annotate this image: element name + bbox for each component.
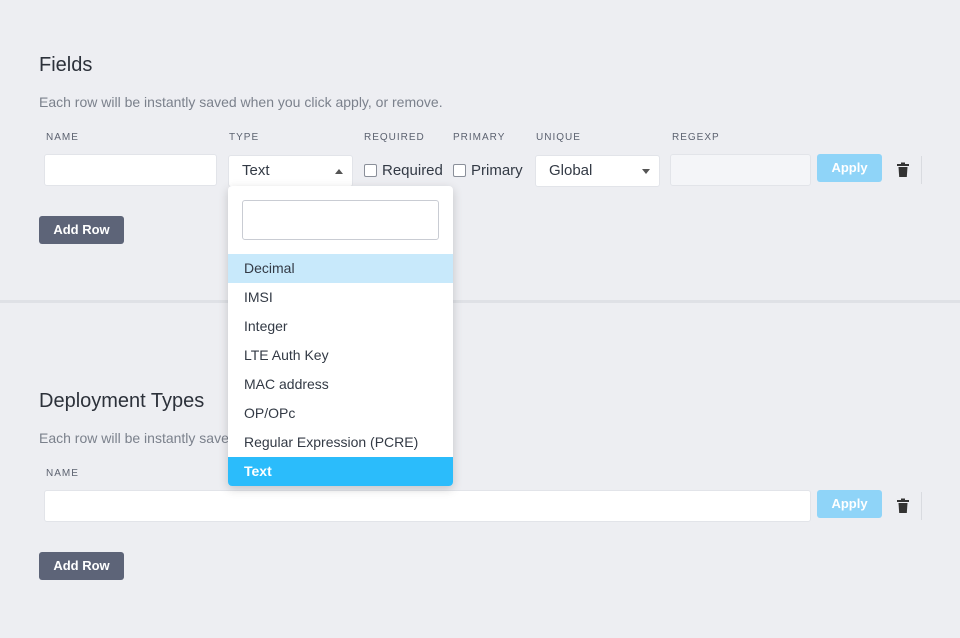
dropdown-option-text[interactable]: Text	[228, 457, 453, 486]
deployment-apply-button[interactable]: Apply	[817, 490, 882, 518]
field-type-select[interactable]: Text	[228, 155, 353, 187]
column-label-regexp: REGEXP	[672, 132, 720, 143]
deployment-name-input[interactable]	[44, 490, 811, 522]
column-label-unique: UNIQUE	[536, 132, 581, 143]
deployment-types-title: Deployment Types	[39, 390, 205, 412]
required-checkbox-label: Required	[382, 161, 443, 179]
row-separator	[921, 492, 922, 520]
primary-checkbox-box[interactable]	[453, 163, 466, 177]
dropdown-option-regular-expression[interactable]: Regular Expression (PCRE)	[228, 428, 453, 457]
section-divider	[0, 300, 960, 303]
field-unique-value: Global	[549, 162, 593, 179]
trash-icon[interactable]	[896, 162, 910, 178]
column-label-type: TYPE	[229, 132, 260, 143]
field-apply-button[interactable]: Apply	[817, 154, 882, 182]
deployment-column-label-name: NAME	[46, 468, 79, 479]
column-label-primary: PRIMARY	[453, 132, 506, 143]
type-dropdown-menu: Decimal IMSI Integer LTE Auth Key MAC ad…	[228, 186, 453, 486]
primary-checkbox-label: Primary	[471, 161, 523, 179]
dropdown-option-op-opc[interactable]: OP/OPc	[228, 399, 453, 428]
dropdown-option-decimal[interactable]: Decimal	[228, 254, 453, 283]
dropdown-option-mac-address[interactable]: MAC address	[228, 370, 453, 399]
column-label-name: NAME	[46, 132, 79, 143]
primary-checkbox[interactable]: Primary	[453, 154, 523, 186]
chevron-up-icon	[335, 169, 343, 174]
field-name-input[interactable]	[44, 154, 217, 186]
field-regexp-input[interactable]	[670, 154, 811, 186]
deployment-add-row-button[interactable]: Add Row	[39, 552, 124, 580]
dropdown-option-integer[interactable]: Integer	[228, 312, 453, 341]
required-checkbox[interactable]: Required	[364, 154, 443, 186]
dropdown-search-input[interactable]	[242, 200, 439, 240]
field-type-value: Text	[242, 162, 270, 179]
fields-title: Fields	[39, 54, 93, 76]
dropdown-option-imsi[interactable]: IMSI	[228, 283, 453, 312]
row-separator	[921, 156, 922, 184]
trash-icon[interactable]	[896, 498, 910, 514]
required-checkbox-box[interactable]	[364, 163, 377, 177]
column-label-required: REQUIRED	[364, 132, 425, 143]
fields-add-row-button[interactable]: Add Row	[39, 216, 124, 244]
fields-description: Each row will be instantly saved when yo…	[39, 94, 443, 110]
chevron-down-icon	[642, 169, 650, 174]
field-unique-select[interactable]: Global	[535, 155, 660, 187]
dropdown-option-lte-auth-key[interactable]: LTE Auth Key	[228, 341, 453, 370]
